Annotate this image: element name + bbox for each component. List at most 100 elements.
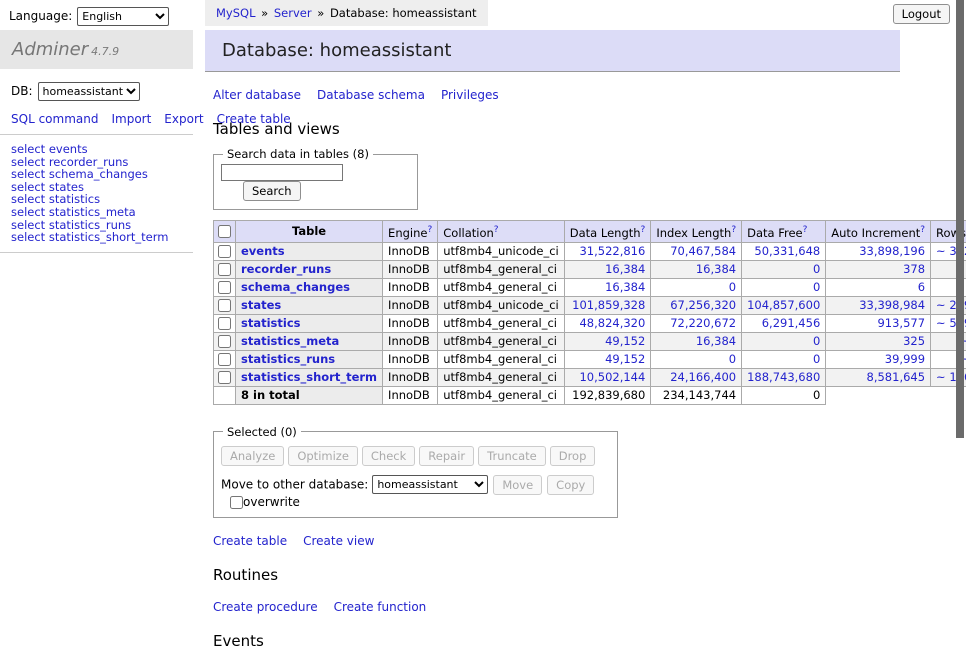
move-button[interactable]: Move [493,475,542,495]
auto_increment-value-link[interactable]: 33,398,984 [859,298,925,312]
search-button[interactable]: Search [243,181,301,201]
auto_increment-cell: 39,999 [826,350,931,368]
data_length-value-link[interactable]: 49,152 [605,334,645,348]
search-input[interactable] [221,164,343,181]
auto_increment-value-link[interactable]: 8,581,645 [867,370,926,384]
row-checkbox[interactable] [218,317,231,330]
data_length-value-link[interactable]: 31,522,816 [579,244,645,258]
row-checkbox[interactable] [218,371,231,384]
auto_increment-value-link[interactable]: 33,898,196 [859,244,925,258]
row-checkbox[interactable] [218,353,231,366]
table-row-states: statesInnoDButf8mb4_unicode_ci101,859,32… [214,296,966,314]
repair-button[interactable]: Repair [419,446,474,466]
auto_increment-value-link[interactable]: 378 [903,262,925,276]
db-link-alter-database[interactable]: Alter database [213,88,301,102]
overwrite-checkbox[interactable] [230,496,243,509]
create-link-create-table[interactable]: Create table [213,534,287,548]
help-link[interactable]: ? [641,225,646,235]
data_free-cell: 0 [742,278,826,296]
db-select[interactable]: homeassistant [38,82,140,101]
copy-button[interactable]: Copy [547,475,594,495]
optimize-button[interactable]: Optimize [288,446,358,466]
sidebar-action-import[interactable]: Import [111,112,151,126]
truncate-button[interactable]: Truncate [478,446,546,466]
data_free-value-link[interactable]: 0 [813,280,820,294]
help-link[interactable]: ? [494,225,499,235]
vertical-scrollbar[interactable] [956,0,964,438]
db-link-database-schema[interactable]: Database schema [317,88,425,102]
total-data-free-cell: 0 [742,386,826,404]
auto_increment-value-link[interactable]: 6 [918,280,925,294]
routine-link-create-function[interactable]: Create function [334,600,427,614]
index_length-value-link[interactable]: 0 [729,352,736,366]
table-name-link[interactable]: statistics_runs [241,352,335,366]
data_length-value-link[interactable]: 10,502,144 [579,370,645,384]
data_free-value-link[interactable]: 188,743,680 [747,370,820,384]
breadcrumb-server-link[interactable]: Server [274,6,312,20]
table-name-link[interactable]: statistics [241,316,301,330]
drop-button[interactable]: Drop [550,446,596,466]
check-button[interactable]: Check [362,446,415,466]
search-fieldset: Search data in tables (8) Search [213,147,418,210]
row-checkbox[interactable] [218,299,231,312]
help-link[interactable]: ? [427,225,432,235]
row-checkbox-cell [214,242,236,260]
select-all-checkbox[interactable] [218,225,231,238]
help-link[interactable]: ? [803,225,808,235]
index_length-value-link[interactable]: 24,166,400 [670,370,736,384]
routine-link-create-procedure[interactable]: Create procedure [213,600,318,614]
db-link-privileges[interactable]: Privileges [441,88,499,102]
auto_increment-value-link[interactable]: 39,999 [885,352,925,366]
row-checkbox-cell [214,350,236,368]
help-link[interactable]: ? [920,225,925,235]
breadcrumb-mysql-link[interactable]: MySQL [216,6,256,20]
help-link[interactable]: ? [731,225,736,235]
table-name-link[interactable]: events [241,244,285,258]
sidebar-action-export[interactable]: Export [164,112,203,126]
app-name[interactable]: Adminer [12,39,88,60]
auto_increment-value-link[interactable]: 325 [903,334,925,348]
data_length-value-link[interactable]: 101,859,328 [572,298,645,312]
data_free-value-link[interactable]: 0 [813,262,820,276]
data_free-value-link[interactable]: 104,857,600 [747,298,820,312]
data_free-value-link[interactable]: 50,331,648 [754,244,820,258]
engine-cell: InnoDB [383,242,438,260]
data_free-value-link[interactable]: 0 [813,334,820,348]
index_length-cell: 0 [651,278,742,296]
table-name-link[interactable]: statistics_short_term [241,370,377,384]
routine-links: Create procedure Create function [213,600,900,614]
row-checkbox[interactable] [218,245,231,258]
data_length-value-link[interactable]: 48,824,320 [579,316,645,330]
create-link-create-view[interactable]: Create view [303,534,374,548]
auto_increment-value-link[interactable]: 913,577 [877,316,925,330]
row-checkbox[interactable] [218,281,231,294]
index_length-value-link[interactable]: 16,384 [696,334,736,348]
data_free-value-link[interactable]: 6,291,456 [762,316,821,330]
index_length-value-link[interactable]: 0 [729,280,736,294]
table-row-statistics-runs: statistics_runsInnoDButf8mb4_general_ci4… [214,350,966,368]
analyze-button[interactable]: Analyze [221,446,284,466]
index_length-value-link[interactable]: 70,467,584 [670,244,736,258]
data_free-value-link[interactable]: 0 [813,352,820,366]
index_length-value-link[interactable]: 67,256,320 [670,298,736,312]
main-panel: Database: homeassistant Alter databaseDa… [205,30,900,659]
logout-button[interactable]: Logout [893,4,950,24]
collation-cell: utf8mb4_general_ci [438,350,565,368]
data_length-value-link[interactable]: 16,384 [605,262,645,276]
selected-buttons-row: AnalyzeOptimizeCheckRepairTruncateDrop [221,446,610,466]
index_length-value-link[interactable]: 16,384 [696,262,736,276]
table-name-cell: statistics_meta [236,332,383,350]
index_length-value-link[interactable]: 72,220,672 [670,316,736,330]
sidebar-action-sql-command[interactable]: SQL command [11,112,98,126]
data_length-value-link[interactable]: 16,384 [605,280,645,294]
row-checkbox[interactable] [218,335,231,348]
table-select-link[interactable]: select statistics_short_term [11,230,168,244]
move-db-select[interactable]: homeassistant [372,475,488,494]
table-name-link[interactable]: statistics_meta [241,334,339,348]
row-checkbox[interactable] [218,263,231,276]
table-name-link[interactable]: recorder_runs [241,262,331,276]
language-select[interactable]: English [77,7,169,26]
data_length-value-link[interactable]: 49,152 [605,352,645,366]
table-name-link[interactable]: states [241,298,281,312]
table-name-link[interactable]: schema_changes [241,280,350,294]
